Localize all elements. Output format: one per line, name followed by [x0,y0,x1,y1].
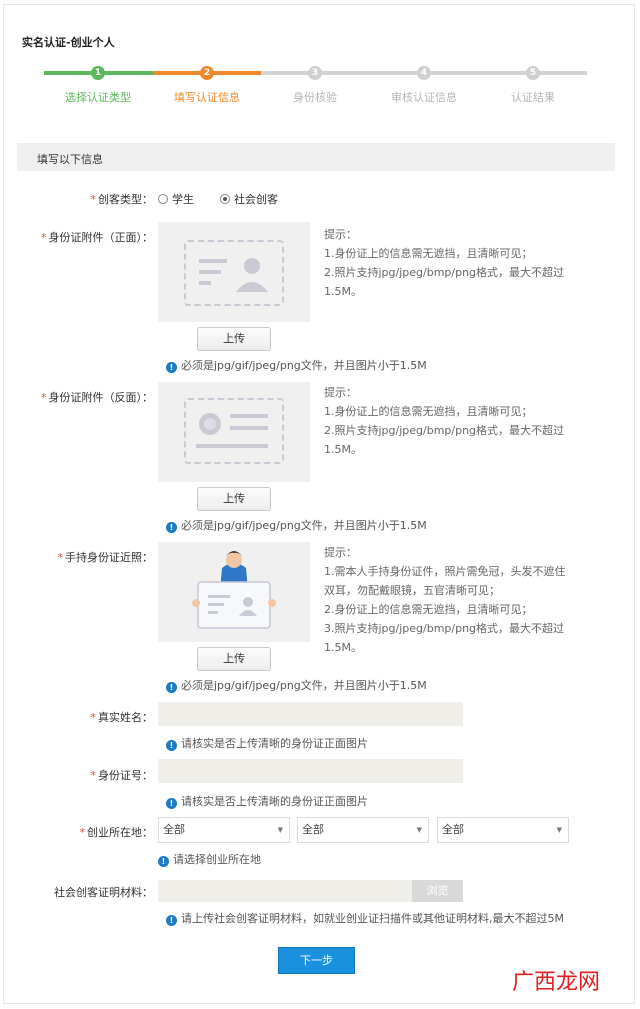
proof-note: ! 请上传社会创客证明材料，如就业创业证扫描件或其他证明材料,最大不超过5M [166,910,564,926]
info-icon: ! [158,856,169,867]
id-back-label: * 身份证附件（反面）： [41,391,153,404]
district-select[interactable]: 全部 ▼ [437,817,569,843]
radio-student[interactable]: 学生 [158,191,194,207]
dropdown-arrow-icon: ▼ [277,826,283,834]
step-5-label: 认证结果 [511,91,555,104]
step-5-circle: 5 [526,66,540,80]
radio-social-maker[interactable]: 社会创客 [220,191,278,207]
step-2-label: 填写认证信息 [174,91,240,104]
location-note: ! 请选择创业所在地 [158,851,261,867]
id-hand-preview[interactable] [158,542,310,642]
id-back-tips: 提示： 1.身份证上的信息需无遮挡，且清晰可见； 2.照片支持jpg/jpeg/… [324,386,565,456]
info-icon: ! [166,362,177,373]
id-front-note: ! 必须是jpg/gif/jpeg/png文件，并且图片小于1.5M [166,357,427,373]
dropdown-arrow-icon: ▼ [416,826,422,834]
id-back-note: ! 必须是jpg/gif/jpeg/png文件，并且图片小于1.5M [166,517,427,533]
step-1-label: 选择认证类型 [65,91,131,104]
step-4-circle: 4 [417,66,431,80]
person-holding-id-icon [192,551,276,629]
section-header [17,143,615,171]
id-card-placeholder [184,240,284,306]
city-select[interactable]: 全部 ▼ [297,817,429,843]
id-back-emblem-icon [196,413,268,448]
id-number-input[interactable] [158,759,463,783]
upload-front-button[interactable]: 上传 [197,327,271,351]
section-title: 填写以下信息 [37,153,103,166]
id-front-label: * 身份证附件（正面）： [41,231,153,244]
type-field-label: * 创客类型： [90,193,154,206]
id-hand-tips: 提示： 1.需本人手持身份证件，照片需免冠，头发不遮住双耳，勿配戴眼镜，五官清晰… [324,546,566,654]
proof-file-input[interactable] [158,880,412,902]
step-3-label: 身份核验 [293,91,337,104]
page-title: 实名认证-创业个人 [22,36,115,49]
location-label: * 创业所在地： [79,826,154,839]
id-front-icon [199,258,268,292]
id-hand-note: ! 必须是jpg/gif/jpeg/png文件，并且图片小于1.5M [166,677,427,693]
radio-circle-checked[interactable] [220,194,230,204]
id-card-back-placeholder [184,398,284,464]
real-name-note: ! 请核实是否上传清晰的身份证正面图片 [166,735,368,751]
step-3-circle: 3 [308,66,322,80]
id-back-preview[interactable] [158,382,310,482]
id-front-tips: 提示： 1.身份证上的信息需无遮挡，且清晰可见； 2.照片支持jpg/jpeg/… [324,228,565,298]
step-1-circle: 1 [91,66,105,80]
info-icon: ! [166,798,177,809]
info-icon: ! [166,682,177,693]
browse-button[interactable]: 浏览 [412,880,463,902]
radio-circle[interactable] [158,194,168,204]
proof-label: 社会创客证明材料： [54,886,153,899]
id-front-preview[interactable] [158,222,310,322]
watermark-logo: 广西龙网 [512,970,601,995]
dropdown-arrow-icon: ▼ [556,826,562,834]
step-4-label: 审核认证信息 [391,91,457,104]
info-icon: ! [166,915,177,926]
info-icon: ! [166,522,177,533]
next-step-button[interactable]: 下一步 [278,947,355,974]
id-hand-label: * 手持身份证近照： [57,551,154,564]
province-select[interactable]: 全部 ▼ [158,817,290,843]
id-number-label: * 身份证号： [90,769,154,782]
id-number-note: ! 请核实是否上传清晰的身份证正面图片 [166,793,368,809]
step-2-circle: 2 [200,66,214,80]
upload-hand-button[interactable]: 上传 [197,647,271,671]
real-name-label: * 真实姓名： [90,711,154,724]
upload-back-button[interactable]: 上传 [197,487,271,511]
info-icon: ! [166,740,177,751]
real-name-input[interactable] [158,702,463,726]
